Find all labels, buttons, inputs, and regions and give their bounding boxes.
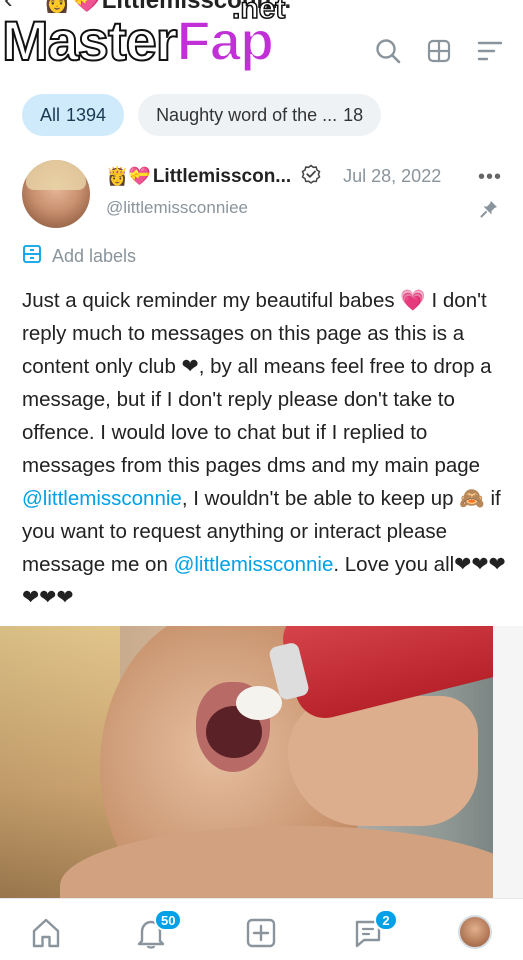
add-post-icon[interactable] [245, 917, 277, 954]
avatar[interactable] [22, 160, 90, 228]
grid-view-icon[interactable] [427, 39, 451, 63]
image-edge [493, 626, 523, 898]
verified-icon [301, 164, 321, 189]
bottom-nav: 50 2 [0, 898, 523, 960]
messages-badge: 2 [374, 909, 398, 931]
mention-link[interactable]: @littlemissconnie [22, 487, 182, 510]
filter-chips: All 1394 Naughty word of the ... 18 [22, 94, 382, 136]
label-icon [22, 244, 42, 269]
watermark-net: .net [231, 0, 286, 26]
notifications-badge: 50 [154, 909, 183, 931]
home-icon[interactable] [30, 917, 62, 954]
mention-link[interactable]: @littlemissconnie [174, 553, 334, 576]
post-date: Jul 28, 2022 [343, 166, 442, 186]
notifications-icon[interactable]: 50 [136, 909, 183, 954]
sort-icon[interactable] [477, 39, 503, 63]
pin-icon[interactable] [480, 200, 498, 223]
add-labels-label: Add labels [52, 246, 137, 266]
author-row: 👸💝 Littlemisscon... Jul 28, 2022 [106, 164, 441, 189]
display-name-emoji: 👸💝 [106, 166, 151, 186]
username[interactable]: @littlemissconniee [106, 198, 248, 218]
search-icon[interactable] [375, 38, 401, 64]
post-header: 👸💝 Littlemisscon... Jul 28, 2022 ••• @li… [22, 160, 502, 230]
messages-icon[interactable]: 2 [352, 909, 398, 954]
profile-avatar[interactable] [458, 915, 492, 949]
more-options-icon[interactable]: ••• [478, 166, 502, 189]
post-image[interactable] [0, 626, 523, 898]
toolbar-icons [375, 38, 503, 64]
add-labels-button[interactable]: Add labels [22, 244, 136, 269]
image-cream-shape [236, 686, 282, 720]
display-name[interactable]: Littlemisscon... [153, 166, 291, 188]
filter-chip-all[interactable]: All 1394 [22, 94, 125, 136]
filter-chip-naughty-word[interactable]: Naughty word of the ... 18 [138, 94, 382, 136]
top-bar: ‹ 👸💝Littlemissconn... MasterFap .net [0, 0, 523, 86]
post-text: Just a quick reminder my beautiful babes… [22, 289, 506, 609]
profile-avatar-image [458, 915, 492, 949]
